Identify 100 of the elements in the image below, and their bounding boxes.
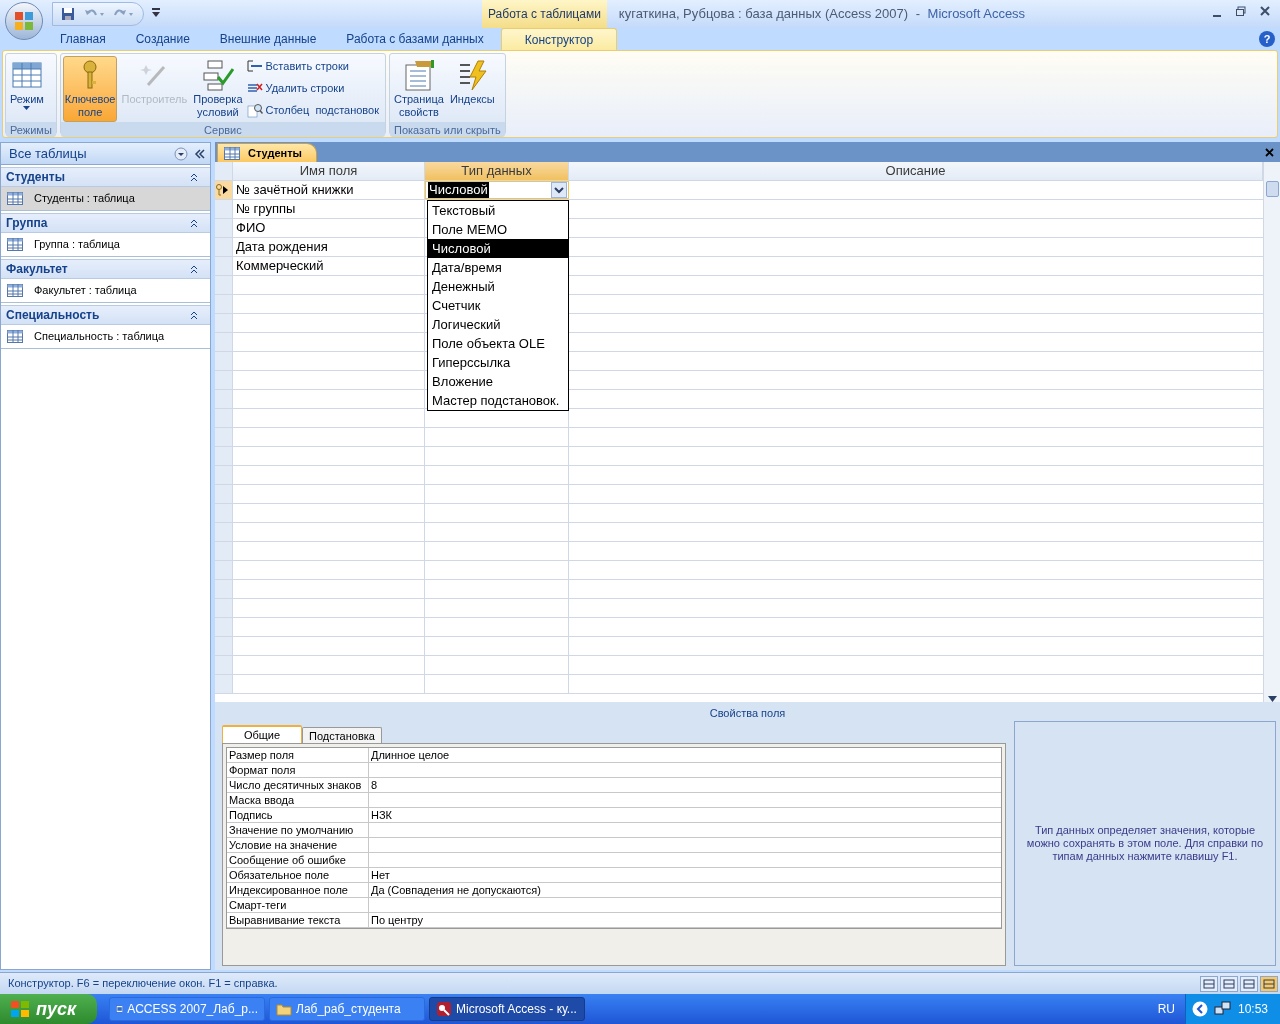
taskbar-button[interactable]: Microsoft Access - ку... — [429, 997, 585, 1021]
dropdown-option[interactable]: Гиперссылка — [428, 353, 568, 372]
property-value[interactable]: НЗК — [369, 808, 392, 822]
ribbon-tab[interactable]: Главная — [45, 28, 121, 50]
table-icon — [7, 192, 23, 205]
nav-group-header[interactable]: Факультет — [1, 259, 210, 279]
nav-group-title: Специальность — [5, 307, 101, 324]
office-button[interactable] — [5, 2, 43, 40]
dropdown-option[interactable]: Дата/время — [428, 258, 568, 277]
clock: 10:53 — [1237, 1001, 1268, 1018]
nav-group-title: Студенты — [5, 169, 66, 186]
ribbon-button[interactable]: Режим — [8, 56, 46, 122]
office-logo-icon — [13, 10, 35, 32]
nav-item[interactable]: Группа : таблица — [1, 233, 210, 256]
dropdown-option[interactable]: Счетчик — [428, 296, 568, 315]
dropdown-option[interactable]: Мастер подстановок. — [428, 391, 568, 410]
nav-group-header[interactable]: Студенты — [1, 167, 210, 187]
ribbon-tab[interactable]: Создание — [120, 28, 205, 50]
dropdown-option[interactable]: Логический — [428, 315, 568, 334]
nav-item[interactable]: Студенты : таблица — [1, 187, 210, 210]
scroll-thumb[interactable] — [1265, 181, 1279, 197]
collapse-icon[interactable] — [190, 172, 198, 182]
windows-logo-icon — [10, 1000, 30, 1018]
dropdown-option[interactable]: Поле MEMO — [428, 220, 568, 239]
ribbon-button[interactable]: Вставить строки — [246, 56, 383, 76]
window-title: кугаткина, Рубцова : база данных (Access 2007) - Microsoft Access — [618, 5, 1026, 24]
property-name: Сообщение об ошибке — [227, 853, 369, 867]
property-name: Выравнивание текста — [227, 913, 369, 927]
field-name-cell: Дата рождения — [233, 238, 425, 256]
dropdown-option[interactable]: Числовой — [428, 239, 568, 258]
scrollbar[interactable] — [1263, 162, 1280, 702]
property-name: Смарт-теги — [227, 898, 369, 912]
current-row-icon — [223, 186, 228, 194]
dropdown-option[interactable]: Текстовый — [428, 201, 568, 220]
property-value[interactable]: Длинное целое — [369, 748, 450, 762]
ribbon-group-label: Режимы — [6, 122, 56, 137]
view-pivot-table-icon[interactable] — [1220, 975, 1238, 992]
column-header: Имя поля — [233, 162, 425, 180]
section-title: Свойства поля — [708, 706, 787, 719]
ribbon-tab[interactable]: Внешние данные — [204, 28, 332, 50]
nav-group-title: Факультет — [5, 261, 69, 278]
property-value[interactable]: По центру — [369, 913, 423, 927]
ribbon-tab[interactable]: Конструктор — [500, 28, 618, 50]
collapse-icon[interactable] — [190, 218, 198, 228]
ribbon-group-label: Сервис — [60, 122, 385, 137]
close-document-icon[interactable] — [1265, 148, 1274, 157]
ribbon-button[interactable]: Ключевое поле — [62, 56, 118, 122]
help-button[interactable]: ? — [1259, 31, 1275, 47]
collapse-icon[interactable] — [190, 264, 198, 274]
ribbon-button[interactable]: Страница свойств — [392, 56, 446, 122]
network-icon[interactable] — [1213, 1001, 1232, 1017]
save-icon[interactable] — [61, 7, 75, 21]
field-name-cell: № зачётной книжки — [233, 181, 425, 199]
document-tab[interactable]: Студенты — [217, 143, 317, 162]
table-icon — [10, 59, 43, 91]
property-name: Значение по умолчанию — [227, 823, 369, 837]
column-header: Описание — [569, 162, 1263, 180]
dropdown-icon[interactable] — [174, 146, 188, 161]
nav-group-header[interactable]: Специальность — [1, 305, 210, 325]
property-value[interactable]: Нет — [369, 868, 390, 882]
scroll-down-icon[interactable] — [1267, 696, 1277, 702]
dropdown-option[interactable]: Поле объекта OLE — [428, 334, 568, 353]
ribbon-button[interactable]: Проверка условий — [191, 56, 245, 122]
property-sheet-icon — [402, 59, 435, 91]
customize-toolbar-icon[interactable] — [152, 8, 160, 18]
property-name: Условие на значение — [227, 838, 369, 852]
property-name: Маска ввода — [227, 793, 369, 807]
nav-item[interactable]: Специальность : таблица — [1, 325, 210, 348]
expand-tray-icon[interactable] — [1191, 1001, 1208, 1017]
property-value[interactable]: Да (Совпадения не допускаются) — [369, 883, 541, 897]
ribbon-group-label: Показать или скрыть — [390, 122, 505, 137]
start-button[interactable]: пуск — [0, 994, 97, 1024]
property-name: Формат поля — [227, 763, 369, 777]
data-type-combobox[interactable]: Числовой — [426, 181, 568, 199]
restore-icon[interactable] — [1236, 5, 1246, 19]
row-selector[interactable] — [215, 181, 233, 199]
nav-item[interactable]: Факультет : таблица — [1, 279, 210, 302]
taskbar-button[interactable]: Лаб_раб_студента — [269, 997, 425, 1021]
ribbon-tab[interactable]: Работа с базами данных — [331, 28, 499, 50]
property-name: Индексированное поле — [227, 883, 369, 897]
ribbon-button[interactable]: Столбец подстановок — [246, 100, 383, 120]
nav-group-header[interactable]: Группа — [1, 213, 210, 233]
view-datasheet-icon[interactable] — [1200, 975, 1218, 992]
folder-icon — [276, 1001, 292, 1017]
field-name-cell: Коммерческий — [233, 257, 425, 275]
view-design-icon[interactable] — [1260, 975, 1278, 992]
property-name: Число десятичных знаков — [227, 778, 369, 792]
property-value[interactable]: 8 — [369, 778, 378, 792]
ribbon-button[interactable]: Индексы — [447, 56, 497, 122]
taskbar-button[interactable]: ACCESS 2007_Лаб_р... — [109, 997, 265, 1021]
dropdown-option[interactable]: Денежный — [428, 277, 568, 296]
table-icon — [7, 238, 23, 251]
collapse-icon[interactable] — [190, 310, 198, 320]
key-app-icon — [436, 1001, 452, 1017]
language-indicator[interactable]: RU — [1157, 1000, 1175, 1018]
dropdown-option[interactable]: Вложение — [428, 372, 568, 391]
collapse-pane-icon[interactable] — [194, 147, 206, 160]
view-pivot-chart-icon[interactable] — [1240, 975, 1258, 992]
key-icon — [215, 184, 223, 196]
ribbon-button[interactable]: Удалить строки — [246, 78, 383, 98]
